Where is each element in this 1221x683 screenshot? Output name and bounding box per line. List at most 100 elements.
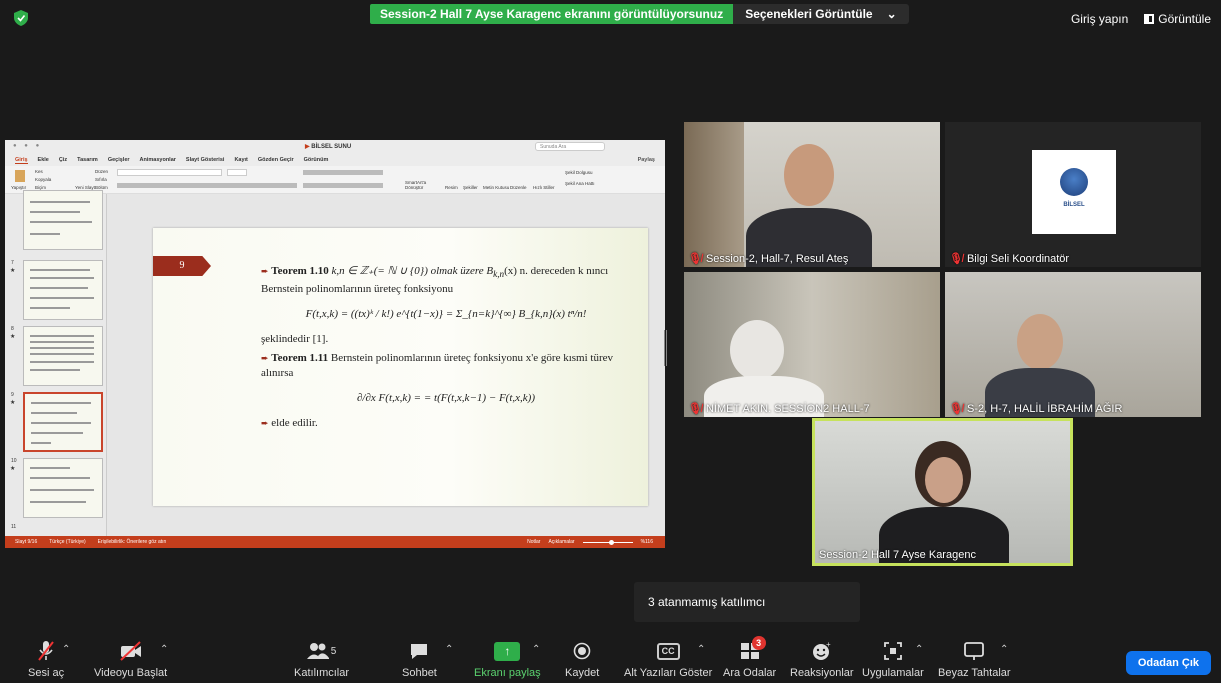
split-divider-handle[interactable] xyxy=(664,330,667,366)
slide-thumbnail xyxy=(23,260,103,320)
participants-icon: 5 xyxy=(306,640,337,662)
bullet-icon: ➨ xyxy=(261,418,269,429)
video-tile-halil[interactable]: 🎙︎̸ S-2, H-7, HALİL İBRAHİM AĞIR xyxy=(945,272,1201,417)
video-tile-nimet[interactable]: 🎙︎̸ NİMET AKIN. SESSİON2 HALL-7 xyxy=(684,272,940,417)
apps-label: Uygulamalar xyxy=(862,667,924,679)
captions-label: Alt Yazıları Göster xyxy=(624,667,713,679)
doc-title: BİLSEL SUNU xyxy=(305,143,351,150)
whiteboard-options-caret-icon[interactable]: ⌃ xyxy=(1000,644,1008,655)
leave-room-button[interactable]: Odadan Çık xyxy=(1125,651,1211,675)
view-label: Görüntüle xyxy=(1158,12,1211,26)
ppt-tab: Tasarım xyxy=(77,157,98,163)
record-icon xyxy=(573,640,591,662)
status-accessibility: Erişilebilirlik: Önerilere göz atın xyxy=(97,539,167,545)
record-label: Kaydet xyxy=(565,667,600,679)
share-screen-button[interactable]: ↑ Ekranı paylaş xyxy=(474,640,541,679)
meeting-toolbar: Sesi aç ⌃ Videoyu Başlat ⌃ 5 Katılımcıla… xyxy=(0,630,1221,683)
theorem-2-head: Teorem 1.11 xyxy=(271,352,329,365)
ppt-tab: Çiz xyxy=(58,157,68,163)
ribbon-label: Düzen xyxy=(95,169,109,174)
start-video-button[interactable]: Videoyu Başlat xyxy=(94,640,167,679)
slide-thumbnail xyxy=(23,326,103,386)
video-tile-resul[interactable]: 🎙︎̸ Session-2, Hall-7, Resul Ateş xyxy=(684,122,940,267)
zoom-knob xyxy=(608,539,614,545)
ppt-ribbon-tabs: Giriş Ekle Çiz Tasarım Geçişler Animasyo… xyxy=(5,154,665,166)
slide-thumbnails: 7 ★ 8 ★ 9 ★ 10 ★ 11 xyxy=(5,190,107,536)
chat-button[interactable]: Sohbet xyxy=(402,640,437,679)
captions-icon-wrap: CC xyxy=(656,640,680,662)
line-after: şeklindedir [1]. xyxy=(261,333,329,346)
status-language: Türkçe (Türkiye) xyxy=(49,539,86,545)
chevron-down-icon: ⌄ xyxy=(886,7,897,21)
sign-in-link[interactable]: Giriş yapın xyxy=(1071,12,1128,26)
slide-thumbnail xyxy=(23,458,103,518)
theorem-1-text: k,n ∈ ℤ₊(= ℕ ∪ {0}) olmak üzere B xyxy=(328,265,494,277)
breakout-rooms-label: Ara Odalar xyxy=(723,667,777,679)
formula-2: ∂/∂x F(t,x,k) = = t(F(t,x,k−1) − F(t,x,k… xyxy=(357,392,535,405)
ribbon-label: Şekiller xyxy=(463,185,478,190)
participant-label: 🎙︎̸ Bilgi Seli Koordinatör xyxy=(949,252,1069,266)
ribbon-label: Resim xyxy=(445,185,458,190)
start-video-label: Videoyu Başlat xyxy=(94,667,168,679)
apps-icon xyxy=(883,640,903,662)
view-button[interactable]: Görüntüle xyxy=(1144,12,1211,26)
chat-options-caret-icon[interactable]: ⌃ xyxy=(445,644,453,655)
view-options-button[interactable]: Seçenekleri Görüntüle ⌄ xyxy=(733,4,909,24)
captions-options-caret-icon[interactable]: ⌃ xyxy=(697,644,705,655)
view-layout-icon xyxy=(1144,14,1155,24)
share-screen-icon: ↑ xyxy=(494,641,521,661)
paragraph-row xyxy=(303,183,383,188)
share-options-caret-icon[interactable]: ⌃ xyxy=(532,644,540,655)
video-tile-ayse-active-speaker[interactable]: Session-2 Hall 7 Ayse Karagenc xyxy=(812,418,1073,566)
animation-star-icon: ★ xyxy=(10,268,16,274)
apps-options-caret-icon[interactable]: ⌃ xyxy=(915,644,923,655)
reactions-button[interactable]: + Reaksiyonlar xyxy=(790,640,854,679)
status-slide-count: Slayt 9/16 xyxy=(15,539,38,545)
video-tile-bilgi-seli[interactable]: BİLSEL 🎙︎̸ Bilgi Seli Koordinatör xyxy=(945,122,1201,267)
mic-muted-icon: 🎙︎̸ xyxy=(949,403,963,415)
participant-name: NİMET AKIN. SESSİON2 HALL-7 xyxy=(705,402,870,415)
zoom-slider xyxy=(582,539,633,545)
ppt-share: Paylaş xyxy=(637,157,655,163)
top-right-controls: Giriş yapın Görüntüle xyxy=(1071,12,1211,26)
participant-label: Session-2 Hall 7 Ayse Karagenc xyxy=(819,549,976,561)
sharing-notice: Session-2 Hall 7 Ayse Karagenc ekranını … xyxy=(370,4,734,24)
ribbon-label: Kes xyxy=(35,169,43,174)
participants-label: Katılımcılar xyxy=(294,667,350,679)
ribbon-label: Metin Kutusu xyxy=(483,185,510,190)
ribbon-label: Sıfırla xyxy=(95,177,107,182)
unmute-button[interactable]: Sesi aç xyxy=(28,640,64,679)
svg-text:+: + xyxy=(826,641,831,649)
thumbnail-number: 10 xyxy=(11,458,17,464)
ribbon-label: SmartArt'a Dönüştür xyxy=(405,180,427,190)
font-size-box xyxy=(227,169,247,176)
conclusion-text: elde edilir. xyxy=(271,417,318,430)
window-controls-icon: ● ● ● xyxy=(13,143,43,149)
formula-1: F(t,x,k) = ((tx)ᵏ / k!) e^{t(1−x)} = Σ_{… xyxy=(305,308,587,321)
ppt-search: Sunuda Ara xyxy=(535,142,605,151)
slide-number: 9 xyxy=(153,256,211,276)
theorem-1-head: Teorem 1.10 xyxy=(271,265,329,277)
video-off-icon xyxy=(119,640,143,662)
participant-head xyxy=(1017,314,1063,370)
participants-button[interactable]: 5 Katılımcılar xyxy=(294,640,349,679)
mic-muted-icon: 🎙︎̸ xyxy=(688,253,702,265)
ppt-tab: Slayt Gösterisi xyxy=(185,157,225,163)
unassigned-participants-tooltip: 3 atanmamış katılımcı xyxy=(634,582,860,622)
participants-count: 5 xyxy=(330,645,337,657)
slide-content: ➨ Teorem 1.10 k,n ∈ ℤ₊(= ℕ ∪ {0}) olmak … xyxy=(261,264,631,431)
security-shield-icon[interactable] xyxy=(14,10,28,26)
screen-share-banner: Session-2 Hall 7 Ayse Karagenc ekranını … xyxy=(370,4,909,24)
breakout-rooms-button[interactable]: 3 Ara Odalar xyxy=(723,636,777,679)
thumbnail-number: 8 xyxy=(11,326,14,332)
video-options-caret-icon[interactable]: ⌃ xyxy=(160,644,168,655)
audio-options-caret-icon[interactable]: ⌃ xyxy=(62,644,70,655)
record-button[interactable]: Kaydet xyxy=(565,640,599,679)
share-screen-label: Ekranı paylaş xyxy=(474,667,541,679)
chat-icon xyxy=(409,640,429,662)
participant-name: Session-2, Hall-7, Resul Ateş xyxy=(705,252,849,265)
font-format-row xyxy=(117,183,297,188)
whiteboards-label: Beyaz Tahtalar xyxy=(938,667,1011,679)
slide-thumbnail xyxy=(23,190,103,250)
ribbon-label: Şekil Dolgusu xyxy=(565,170,593,175)
